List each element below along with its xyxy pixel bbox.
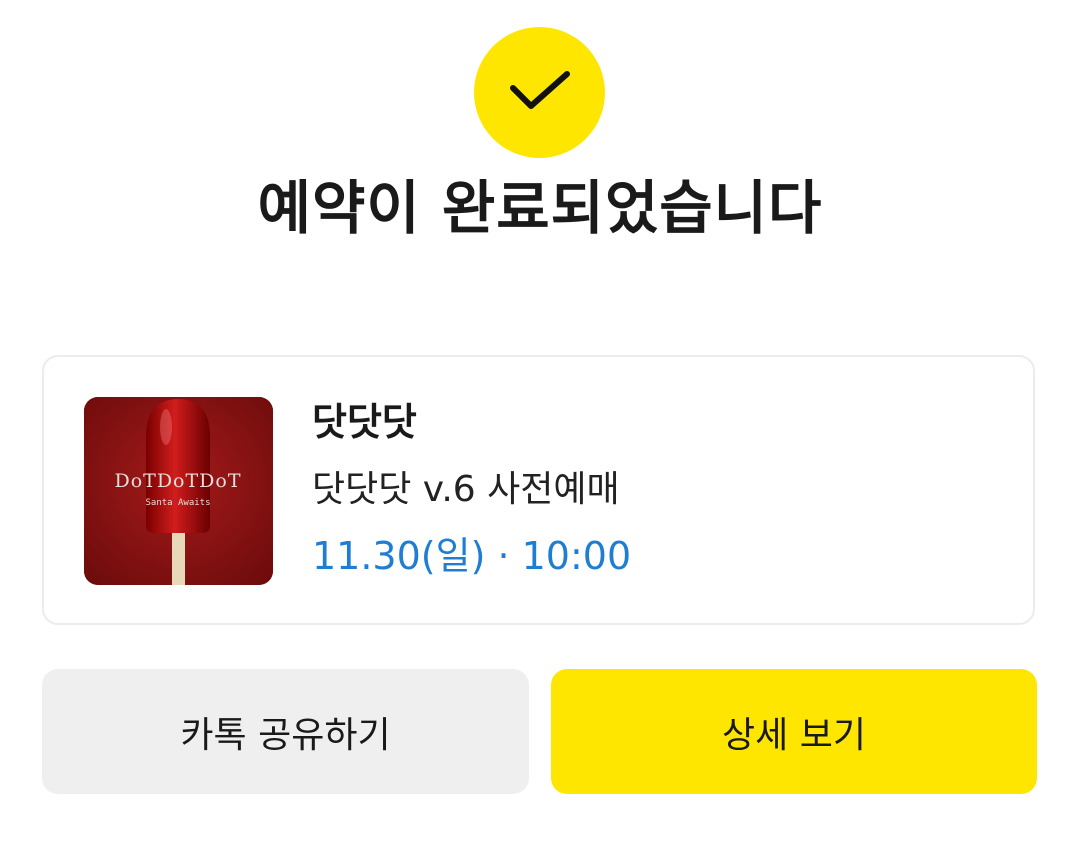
event-datetime: 11.30(일) · 10:00 — [312, 534, 632, 578]
poster-subtitle: Santa Awaits — [145, 498, 210, 508]
page-title: 예약이 완료되었습니다 — [257, 174, 823, 242]
event-name: 닷닷닷 — [312, 400, 417, 444]
poster-title: DoTDoTDoT — [114, 470, 241, 492]
view-detail-button[interactable]: 상세 보기 — [551, 669, 1037, 794]
reservation-card[interactable]: DoTDoTDoT Santa Awaits 닷닷닷 닷닷닷 v.6 사전예매 … — [42, 355, 1035, 625]
view-detail-label: 상세 보기 — [722, 714, 866, 756]
check-badge — [474, 27, 605, 158]
event-subtitle: 닷닷닷 v.6 사전예매 — [312, 469, 620, 510]
event-poster: DoTDoTDoT Santa Awaits — [84, 397, 273, 585]
kakao-share-label: 카톡 공유하기 — [180, 714, 391, 756]
check-icon — [505, 66, 575, 120]
reservation-complete-screen: 예약이 완료되었습니다 DoTDoTDoT Santa Awaits 닷닷닷 닷… — [0, 0, 1080, 845]
kakao-share-button[interactable]: 카톡 공유하기 — [42, 669, 529, 794]
